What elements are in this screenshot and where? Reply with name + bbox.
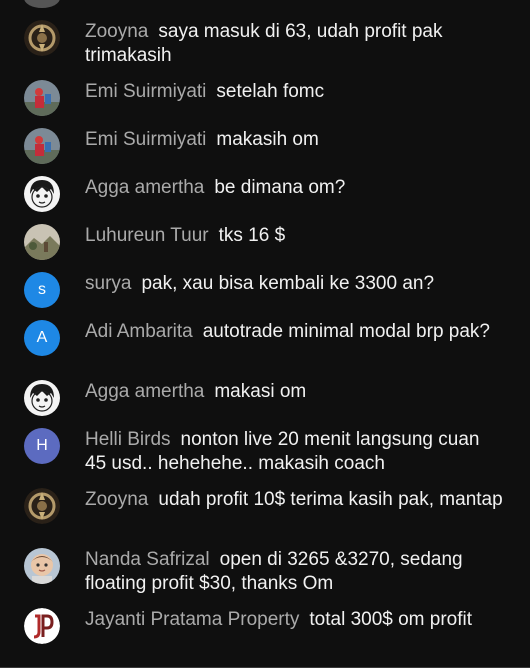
message-content: surya pak, xau bisa kembali ke 3300 an? [85, 272, 504, 296]
message-text: setelah fomc [216, 81, 325, 102]
chat-message[interactable]: Jayanti Pratama Property total 300$ om pr… [24, 608, 504, 644]
cartoon-face-avatar-icon[interactable] [24, 380, 60, 416]
message-text: makasih om [216, 129, 319, 150]
message-text: pak, xau bisa kembali ke 3300 an? [141, 273, 435, 294]
message-content: Helli Birds nonton live 20 menit langsung… [85, 428, 504, 476]
chat-message[interactable]: s surya pak, xau bisa kembali ke 3300 an? [24, 272, 504, 308]
message-content: Agga amertha be dimana om? [85, 176, 504, 200]
message-text: makasi om [214, 381, 307, 402]
chat-message[interactable]: H Helli Birds nonton live 20 menit langsu… [24, 428, 504, 476]
author-name[interactable]: Luhureun Tuur [85, 225, 209, 246]
chat-message[interactable]: Emi Suirmiyati makasih om [24, 128, 504, 164]
message-content: Jayanti Pratama Property total 300$ om pr… [85, 608, 504, 632]
chat-message[interactable]: A Adi Ambarita autotrade minimal modal br… [24, 320, 504, 356]
author-name[interactable]: Agga amertha [85, 177, 204, 198]
message-content: Adi Ambarita autotrade minimal modal brp … [85, 320, 504, 344]
author-name[interactable]: Helli Birds [85, 429, 171, 450]
message-text: udah profit 10$ terima kasih pak, mantap [158, 489, 503, 510]
message-text: be dimana om? [214, 177, 346, 198]
author-name[interactable]: Adi Ambarita [85, 321, 193, 342]
ornament-avatar-icon[interactable] [24, 488, 60, 524]
chat-message[interactable]: Luhureun Tuur tks 16 $ [24, 224, 504, 260]
landscape-avatar-icon[interactable] [24, 224, 60, 260]
cartoon-face-avatar-icon[interactable] [24, 176, 60, 212]
author-name[interactable]: surya [85, 273, 131, 294]
photo-avatar-icon[interactable] [24, 80, 60, 116]
jp-logo-avatar-icon[interactable] [24, 608, 60, 644]
author-name[interactable]: Emi Suirmiyati [85, 129, 206, 150]
letter-avatar-icon[interactable]: s [24, 272, 60, 308]
chat-message[interactable]: Zooyna udah profit 10$ terima kasih pak, … [24, 488, 504, 524]
chat-message[interactable]: Nanda Safrizal open di 3265 &3270, sedang… [24, 548, 504, 596]
chat-message[interactable]: Zooyna saya masuk di 63, udah profit pak … [24, 20, 504, 68]
message-content: Agga amertha makasi om [85, 380, 504, 404]
ornament-avatar-icon[interactable] [24, 20, 60, 56]
author-name[interactable]: Agga amertha [85, 381, 204, 402]
baby-photo-avatar-icon[interactable] [24, 548, 60, 584]
photo-avatar-icon[interactable] [24, 128, 60, 164]
message-content: Zooyna udah profit 10$ terima kasih pak, … [85, 488, 504, 512]
message-content: Emi Suirmiyati makasih om [85, 128, 504, 152]
author-name[interactable]: Jayanti Pratama Property [85, 609, 299, 630]
chat-message[interactable]: Emi Suirmiyati setelah fomc [24, 80, 504, 116]
message-text: autotrade minimal modal brp pak? [202, 321, 490, 342]
author-name[interactable]: Nanda Safrizal [85, 549, 210, 570]
message-content: Luhureun Tuur tks 16 $ [85, 224, 504, 248]
author-name[interactable]: Emi Suirmiyati [85, 81, 206, 102]
letter-avatar-icon[interactable]: A [24, 320, 60, 356]
author-name[interactable]: Zooyna [85, 489, 148, 510]
message-content: Zooyna saya masuk di 63, udah profit pak … [85, 20, 504, 68]
chat-message[interactable]: Agga amertha makasi om [24, 380, 504, 416]
message-text: total 300$ om profit [309, 609, 473, 630]
message-text: tks 16 $ [218, 225, 286, 246]
chat-message[interactable]: Agga amertha be dimana om? [24, 176, 504, 212]
letter-avatar-icon[interactable]: H [24, 428, 60, 464]
author-name[interactable]: Zooyna [85, 21, 148, 42]
message-content: Emi Suirmiyati setelah fomc [85, 80, 504, 104]
message-content: Nanda Safrizal open di 3265 &3270, sedang… [85, 548, 504, 596]
live-chat-list: Zooyna saya masuk di 63, udah profit pak … [0, 0, 530, 668]
